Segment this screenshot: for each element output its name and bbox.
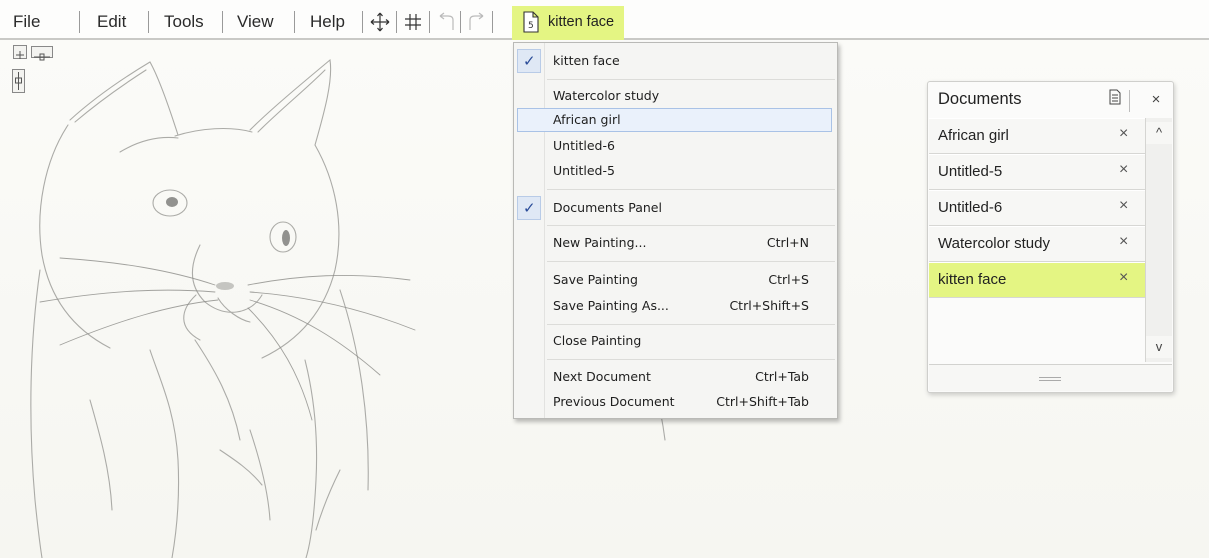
document-label: African girl — [938, 127, 1009, 144]
document-menu: ✓ kitten face Watercolor study African g… — [513, 42, 838, 419]
menu-item-label: New Painting... — [553, 235, 647, 250]
menu-item-label: Documents Panel — [553, 200, 662, 215]
close-icon[interactable]: × — [1119, 197, 1128, 215]
menu-item-untitled-6[interactable]: Untitled-6 — [514, 134, 837, 158]
close-icon[interactable]: × — [1119, 233, 1128, 251]
menu-item-label: Untitled-6 — [553, 138, 615, 153]
menu-item-label: Watercolor study — [553, 88, 660, 103]
menu-help[interactable]: Help — [310, 11, 345, 33]
menu-item-african-girl[interactable]: African girl — [517, 108, 832, 132]
vertical-slider-icon[interactable] — [12, 69, 25, 93]
menu-divider — [547, 359, 835, 360]
document-label: Untitled-5 — [938, 163, 1003, 180]
menu-item-shortcut: Ctrl+Shift+Tab — [716, 394, 809, 409]
documents-list-item[interactable]: Untitled-6 × — [929, 190, 1145, 226]
menu-item-label: Close Painting — [553, 333, 642, 348]
panel-header-separator — [1129, 90, 1130, 112]
menu-bar: File Edit Tools View Help 5 kitten face — [0, 0, 1209, 40]
document-list-icon[interactable] — [1104, 89, 1126, 111]
menu-item-shortcut: Ctrl+Tab — [755, 369, 809, 384]
menu-item-save-painting[interactable]: Save Painting Ctrl+S — [514, 268, 837, 292]
document-label: Untitled-6 — [938, 199, 1003, 216]
document-icon[interactable]: 5 — [521, 11, 541, 33]
menu-item-next-document[interactable]: Next Document Ctrl+Tab — [514, 365, 837, 389]
menu-divider — [547, 324, 835, 325]
close-icon[interactable]: × — [1145, 89, 1167, 111]
menu-separator — [429, 11, 430, 33]
menu-item-shortcut: Ctrl+N — [766, 235, 809, 250]
checkmark-icon: ✓ — [523, 52, 536, 70]
menu-separator — [396, 11, 397, 33]
menu-separator — [294, 11, 295, 33]
menu-view[interactable]: View — [237, 11, 274, 33]
menu-item-label: kitten face — [553, 53, 620, 68]
grid-icon[interactable] — [403, 12, 423, 32]
documents-list-item[interactable]: Untitled-5 × — [929, 154, 1145, 190]
undo-icon[interactable] — [436, 12, 456, 32]
menu-item-label: African girl — [553, 112, 621, 127]
menu-separator — [79, 11, 80, 33]
menu-item-save-painting-as[interactable]: Save Painting As... Ctrl+Shift+S — [514, 294, 837, 318]
zoom-icon[interactable] — [13, 45, 27, 59]
documents-panel-title: Documents — [938, 90, 1022, 108]
current-document-label[interactable]: kitten face — [548, 11, 614, 33]
documents-scrollbar[interactable]: ^ v — [1145, 118, 1172, 362]
menu-item-watercolor-study[interactable]: Watercolor study — [514, 84, 837, 108]
redo-icon[interactable] — [467, 12, 487, 32]
close-icon[interactable]: × — [1119, 161, 1128, 179]
menu-item-label: Previous Document — [553, 394, 675, 409]
menu-item-kitten-face[interactable]: ✓ kitten face — [514, 49, 837, 73]
menu-item-documents-panel[interactable]: ✓ Documents Panel — [514, 196, 837, 220]
menu-item-label: Save Painting As... — [553, 298, 669, 313]
menu-item-new-painting[interactable]: New Painting... Ctrl+N — [514, 231, 837, 255]
menu-file[interactable]: File — [13, 11, 40, 33]
menu-separator — [222, 11, 223, 33]
menu-separator — [460, 11, 461, 33]
menu-divider — [547, 261, 835, 262]
menu-tools[interactable]: Tools — [164, 11, 204, 33]
menu-item-shortcut: Ctrl+S — [768, 272, 809, 287]
move-icon[interactable] — [370, 12, 390, 32]
horizontal-slider-icon[interactable] — [31, 46, 53, 61]
documents-list-item-active[interactable]: kitten face × — [929, 262, 1145, 298]
menu-item-label: Next Document — [553, 369, 651, 384]
documents-list-item[interactable]: Watercolor study × — [929, 226, 1145, 262]
menu-item-shortcut: Ctrl+Shift+S — [729, 298, 809, 313]
close-icon[interactable]: × — [1119, 269, 1128, 287]
scroll-down-button[interactable]: v — [1146, 336, 1172, 358]
menu-divider — [547, 189, 835, 190]
menu-edit[interactable]: Edit — [97, 11, 126, 33]
menu-item-previous-document[interactable]: Previous Document Ctrl+Shift+Tab — [514, 390, 837, 414]
resize-grip-icon[interactable] — [1039, 377, 1061, 381]
menu-item-label: Untitled-5 — [553, 163, 615, 178]
checkmark-icon: ✓ — [523, 199, 536, 217]
scroll-up-button[interactable]: ^ — [1146, 122, 1172, 144]
documents-list: African girl × Untitled-5 × Untitled-6 ×… — [929, 118, 1145, 362]
document-label: Watercolor study — [938, 235, 1050, 252]
svg-text:5: 5 — [528, 21, 534, 31]
documents-list-item[interactable]: African girl × — [929, 118, 1145, 154]
menu-item-close-painting[interactable]: Close Painting — [514, 329, 837, 353]
document-label: kitten face — [938, 271, 1007, 288]
close-icon[interactable]: × — [1119, 125, 1128, 143]
menu-separator — [492, 11, 493, 33]
menu-divider — [547, 79, 835, 80]
menu-item-label: Save Painting — [553, 272, 638, 287]
menu-divider — [547, 225, 835, 226]
documents-panel: Documents × African girl × Untitled-5 × … — [927, 81, 1174, 393]
menu-separator — [362, 11, 363, 33]
menu-separator — [148, 11, 149, 33]
menu-item-untitled-5[interactable]: Untitled-5 — [514, 159, 837, 183]
panel-resize-footer[interactable] — [929, 364, 1172, 391]
